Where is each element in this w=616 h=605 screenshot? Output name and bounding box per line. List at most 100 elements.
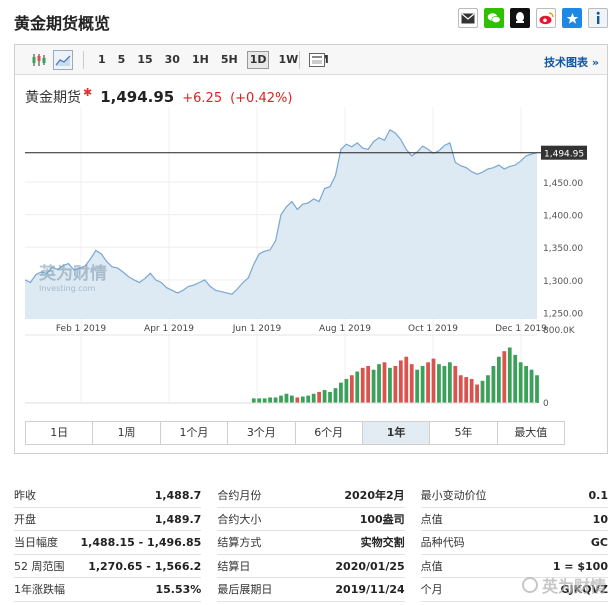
- volume-bar: [355, 371, 360, 403]
- price-chart[interactable]: 1,494.95 1,250.00 1,300.00 1,350.00 1,400.00…: [25, 107, 601, 417]
- volume-bar: [284, 393, 289, 403]
- stat-row: 点值 10: [420, 508, 608, 531]
- current-price-label: 1,494.95: [544, 150, 584, 160]
- qq-icon[interactable]: [510, 8, 530, 28]
- interval-button[interactable]: 1W: [275, 51, 301, 69]
- weibo-icon[interactable]: [536, 8, 556, 28]
- stat-label: 开盘: [14, 512, 36, 526]
- stat-row: 开盘 1,489.7: [14, 508, 202, 531]
- stat-label: 最小变动价位: [420, 489, 487, 502]
- volume-bar: [382, 362, 387, 403]
- y-tick-label: 1,450.00: [543, 179, 583, 189]
- x-tick-label: Feb 1 2019: [56, 324, 107, 334]
- volume-bar: [349, 375, 354, 403]
- info-icon[interactable]: [588, 8, 608, 28]
- stat-value: 15.53%: [155, 583, 202, 596]
- layout-icon[interactable]: [307, 50, 327, 70]
- interval-button[interactable]: 1D: [246, 51, 270, 69]
- stat-row: 合约大小 100盎司: [217, 508, 405, 531]
- range-tab[interactable]: 1日: [26, 422, 94, 444]
- stat-value: 1,488.15 - 1,496.85: [80, 536, 202, 549]
- volume-bar: [518, 362, 523, 403]
- stat-row: 1年涨跌幅 15.53%: [14, 578, 202, 602]
- chart-toolbar: 1515301H5H1D1W1M 技术图表 »: [15, 45, 607, 75]
- instrument-name: 黄金期货: [25, 90, 81, 106]
- range-tab[interactable]: 1周: [93, 422, 161, 444]
- watermark: 英为财情: [521, 573, 606, 597]
- stat-label: 点值: [420, 512, 443, 526]
- stat-value: GC: [590, 536, 608, 549]
- chart-panel: 1515301H5H1D1W1M 技术图表 » 黄金期货 ✱ 1,494.95 …: [14, 44, 608, 454]
- stat-label: 品种代码: [420, 536, 465, 549]
- range-tab[interactable]: 6个月: [295, 422, 363, 444]
- toolbar-divider: [83, 51, 84, 69]
- interval-button[interactable]: 1H: [189, 51, 212, 69]
- range-tab[interactable]: 最大值: [497, 422, 564, 444]
- stat-row: 52 周范围 1,270.65 - 1,566.2: [14, 555, 202, 578]
- range-tab[interactable]: 5年: [430, 422, 498, 444]
- interval-button[interactable]: 30: [162, 51, 183, 69]
- stat-label: 个月: [420, 583, 443, 596]
- volume-bar: [464, 377, 469, 403]
- volume-bar: [420, 366, 425, 403]
- stat-label: 结算日: [217, 559, 251, 573]
- stat-row: 最小变动价位 0.1: [420, 484, 608, 508]
- volume-bar: [388, 367, 392, 403]
- volume-bar: [300, 396, 305, 403]
- candlestick-icon[interactable]: [29, 50, 49, 70]
- page-title: 黄金期货概览: [14, 14, 111, 33]
- interval-button[interactable]: 5H: [218, 51, 241, 69]
- volume-bar: [328, 391, 332, 403]
- volume-bar: [502, 351, 507, 403]
- volume-bar: [295, 397, 300, 403]
- volume-bar: [496, 356, 501, 403]
- volume-bar: [442, 366, 447, 403]
- stat-label: 当日幅度: [14, 536, 58, 549]
- volume-bar: [453, 366, 458, 403]
- stat-value: 10: [592, 512, 608, 526]
- volume-bar: [447, 362, 452, 403]
- volume-bar: [393, 366, 398, 403]
- stat-value: 2019/11/24: [335, 583, 405, 596]
- stat-label: 最后展期日: [217, 583, 273, 596]
- stat-row: 最后展期日 2019/11/24: [217, 578, 405, 602]
- volume-bar: [268, 397, 272, 403]
- stat-value: 1,489.7: [154, 512, 202, 526]
- x-tick-label: Oct 1 2019: [408, 324, 458, 334]
- watermark-text: 英为财情: [541, 577, 606, 596]
- volume-bar: [257, 398, 262, 403]
- range-tab[interactable]: 1年: [362, 422, 431, 444]
- stat-label: 点值: [420, 559, 443, 573]
- y-tick-label: 1,350.00: [543, 244, 583, 254]
- volume-bar: [524, 366, 528, 403]
- volume-bar: [273, 397, 278, 403]
- volume-bar: [262, 398, 267, 403]
- wechat-icon[interactable]: [484, 8, 504, 28]
- mail-icon[interactable]: [458, 8, 478, 28]
- volume-bar: [404, 356, 409, 403]
- stat-label: 昨收: [14, 489, 36, 502]
- volume-bar: [339, 382, 343, 403]
- stat-label: 52 周范围: [14, 559, 65, 573]
- interval-button[interactable]: 5: [115, 51, 129, 69]
- interval-button[interactable]: 15: [134, 51, 155, 69]
- tech-chart-link[interactable]: 技术图表 »: [544, 54, 599, 70]
- stats-column-2: 合约月份 2020年2月 合约大小 100盎司 结算方式 实物交割 结算日 2020/01/2…: [217, 484, 405, 602]
- volume-zero-label: 0: [543, 399, 549, 409]
- chart-watermark: 英为财情: [39, 263, 107, 284]
- star-icon[interactable]: [562, 8, 582, 28]
- x-tick-label: Jun 1 2019: [232, 324, 282, 334]
- stat-value: 1,270.65 - 1,566.2: [88, 559, 202, 573]
- price-change: +6.25: [182, 91, 223, 106]
- volume-bar: [377, 364, 381, 403]
- chart-watermark-small: Investing.com: [39, 284, 96, 293]
- volume-bar: [306, 395, 311, 403]
- range-tab[interactable]: 1个月: [160, 422, 229, 444]
- area-chart-icon[interactable]: [53, 50, 73, 70]
- y-tick-label: 1,300.00: [543, 277, 583, 287]
- stat-value: 100盎司: [359, 512, 405, 526]
- interval-button[interactable]: 1: [95, 51, 109, 69]
- volume-bar: [475, 384, 479, 403]
- volume-bar: [290, 395, 294, 403]
- range-tab[interactable]: 3个月: [228, 422, 296, 444]
